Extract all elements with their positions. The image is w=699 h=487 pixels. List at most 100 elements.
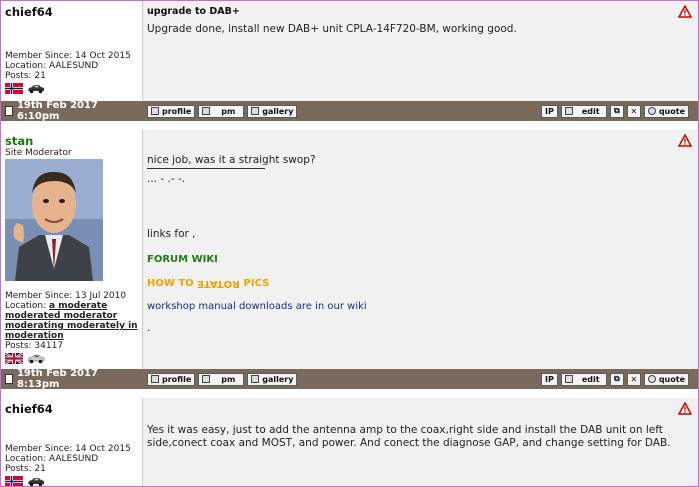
author-name[interactable]: stan (5, 134, 138, 148)
forum-thread: chief64 Member Since: 14 Oct 2015 Locati… (0, 0, 699, 487)
copy-button[interactable]: ⧉ (609, 104, 624, 118)
warning-icon[interactable] (678, 134, 692, 147)
uk-flag-icon (5, 353, 23, 364)
profile-icon (151, 107, 159, 115)
profile-label: profile (162, 106, 192, 116)
gallery-icon (251, 375, 260, 383)
car-icon (27, 354, 45, 364)
post-2: stan Site Moderator Member Since: 13 Jul… (1, 130, 698, 369)
member-since: Member Since: 14 Oct 2015 (5, 444, 131, 454)
quote-button[interactable]: quote (643, 372, 689, 386)
post-author-panel: chief64 Member Since: 14 Oct 2015 Locati… (1, 398, 143, 486)
profile-icon (151, 375, 159, 383)
pm-icon (202, 107, 211, 115)
workshop-manual-link[interactable]: workshop manual downloads are in our wik… (147, 301, 694, 312)
quote-button[interactable]: quote (643, 104, 689, 118)
pics-text: PICS (240, 278, 270, 289)
post-count: Posts: 21 (5, 71, 46, 81)
post-content: Yes it was easy, just to add the antenna… (143, 398, 698, 486)
ip-label: IP (544, 106, 554, 116)
gallery-button[interactable]: gallery (247, 104, 298, 118)
forum-wiki-link[interactable]: FORUM WIKI (147, 254, 694, 265)
how-to-rotate-link[interactable]: HOW TO ROTATE PICS (147, 278, 694, 289)
post-2-action-bar: 19th Feb 2017 8:13pm profile pm gallery … (1, 368, 698, 390)
quote-icon (647, 107, 656, 115)
pm-label: pm (221, 106, 236, 116)
gallery-label: gallery (262, 374, 294, 384)
signature-links-label: links for , (147, 228, 196, 240)
author-name[interactable]: chief64 (5, 5, 138, 19)
author-avatar[interactable] (5, 159, 103, 281)
pm-button[interactable]: pm (198, 104, 245, 118)
post-3: chief64 Member Since: 14 Oct 2015 Locati… (1, 398, 698, 486)
edit-button[interactable]: edit (560, 372, 607, 386)
gallery-label: gallery (262, 106, 294, 116)
post-body: Yes it was easy, just to add the antenna… (147, 424, 671, 449)
quote-label: quote (658, 106, 685, 116)
edit-icon (564, 107, 573, 115)
pm-button[interactable]: pm (198, 372, 245, 386)
member-since: Member Since: 13 Jul 2010 (5, 291, 127, 301)
post-content: nice job, was it a straight swop? ... - … (143, 130, 698, 369)
quote-icon (647, 375, 656, 383)
profile-button[interactable]: profile (147, 104, 196, 118)
delete-button[interactable]: ✕ (626, 372, 641, 386)
post-document-icon[interactable] (5, 106, 13, 116)
location: Location: a moderate moderated moderator… (5, 301, 138, 341)
copy-button[interactable]: ⧉ (609, 372, 624, 386)
signature-dot: . (147, 322, 151, 334)
post-author-panel: stan Site Moderator Member Since: 13 Jul… (1, 130, 143, 369)
edit-button[interactable]: edit (560, 104, 607, 118)
post-1: chief64 Member Since: 14 Oct 2015 Locati… (1, 1, 698, 101)
edit-icon (564, 375, 573, 383)
quote-label: quote (658, 374, 685, 384)
signature-divider (147, 168, 265, 169)
location: Location: AALESUND (5, 454, 99, 464)
author-rank: Site Moderator (5, 148, 72, 158)
workshop-manual-text: workshop manual downloads are in our wik… (147, 301, 367, 312)
copy-icon: ⧉ (613, 374, 620, 383)
edit-label: edit (581, 106, 600, 116)
location-label: Location: (5, 301, 47, 311)
car-icon (28, 85, 44, 94)
rotate-text: ROTATE (197, 278, 241, 289)
delete-icon: ✕ (630, 374, 638, 384)
post-subject: upgrade to DAB+ (147, 6, 240, 17)
signature-morse: ... - .- -. (147, 173, 186, 185)
warning-icon[interactable] (678, 5, 692, 18)
post-body: Upgrade done, install new DAB+ unit CPLA… (147, 23, 517, 35)
post-count: Posts: 34117 (5, 341, 64, 351)
how-to-text: HOW TO (147, 278, 198, 289)
post-body: nice job, was it a straight swop? (147, 154, 316, 166)
copy-icon: ⧉ (613, 106, 620, 115)
forum-wiki-text: FORUM WIKI (147, 254, 218, 265)
post-date: 19th Feb 2017 8:13pm (1, 368, 143, 390)
car-icon (28, 478, 44, 486)
ip-button[interactable]: IP (540, 372, 558, 386)
profile-button[interactable]: profile (147, 372, 196, 386)
location: Location: AALESUND (5, 61, 99, 71)
ip-label: IP (544, 374, 554, 384)
profile-label: profile (162, 374, 192, 384)
norway-flag-icon (5, 476, 23, 486)
delete-button[interactable]: ✕ (626, 104, 641, 118)
pm-label: pm (221, 374, 236, 384)
post-count: Posts: 21 (5, 464, 46, 474)
post-author-panel: chief64 Member Since: 14 Oct 2015 Locati… (1, 1, 143, 101)
post-document-icon[interactable] (5, 374, 13, 384)
member-since: Member Since: 14 Oct 2015 (5, 51, 131, 61)
author-name[interactable]: chief64 (5, 402, 138, 416)
norway-flag-icon (5, 83, 23, 94)
post-date-text: 19th Feb 2017 6:10pm (16, 100, 98, 122)
gallery-button[interactable]: gallery (247, 372, 298, 386)
post-content: upgrade to DAB+ Upgrade done, install ne… (143, 1, 698, 101)
edit-label: edit (581, 374, 600, 384)
post-date: 19th Feb 2017 6:10pm (1, 100, 143, 122)
gallery-icon (251, 107, 260, 115)
pm-icon (202, 375, 211, 383)
ip-button[interactable]: IP (540, 104, 558, 118)
warning-icon[interactable] (678, 402, 692, 415)
post-date-text: 19th Feb 2017 8:13pm (16, 368, 98, 390)
post-1-action-bar: 19th Feb 2017 6:10pm profile pm gallery … (1, 100, 698, 122)
delete-icon: ✕ (630, 106, 638, 116)
